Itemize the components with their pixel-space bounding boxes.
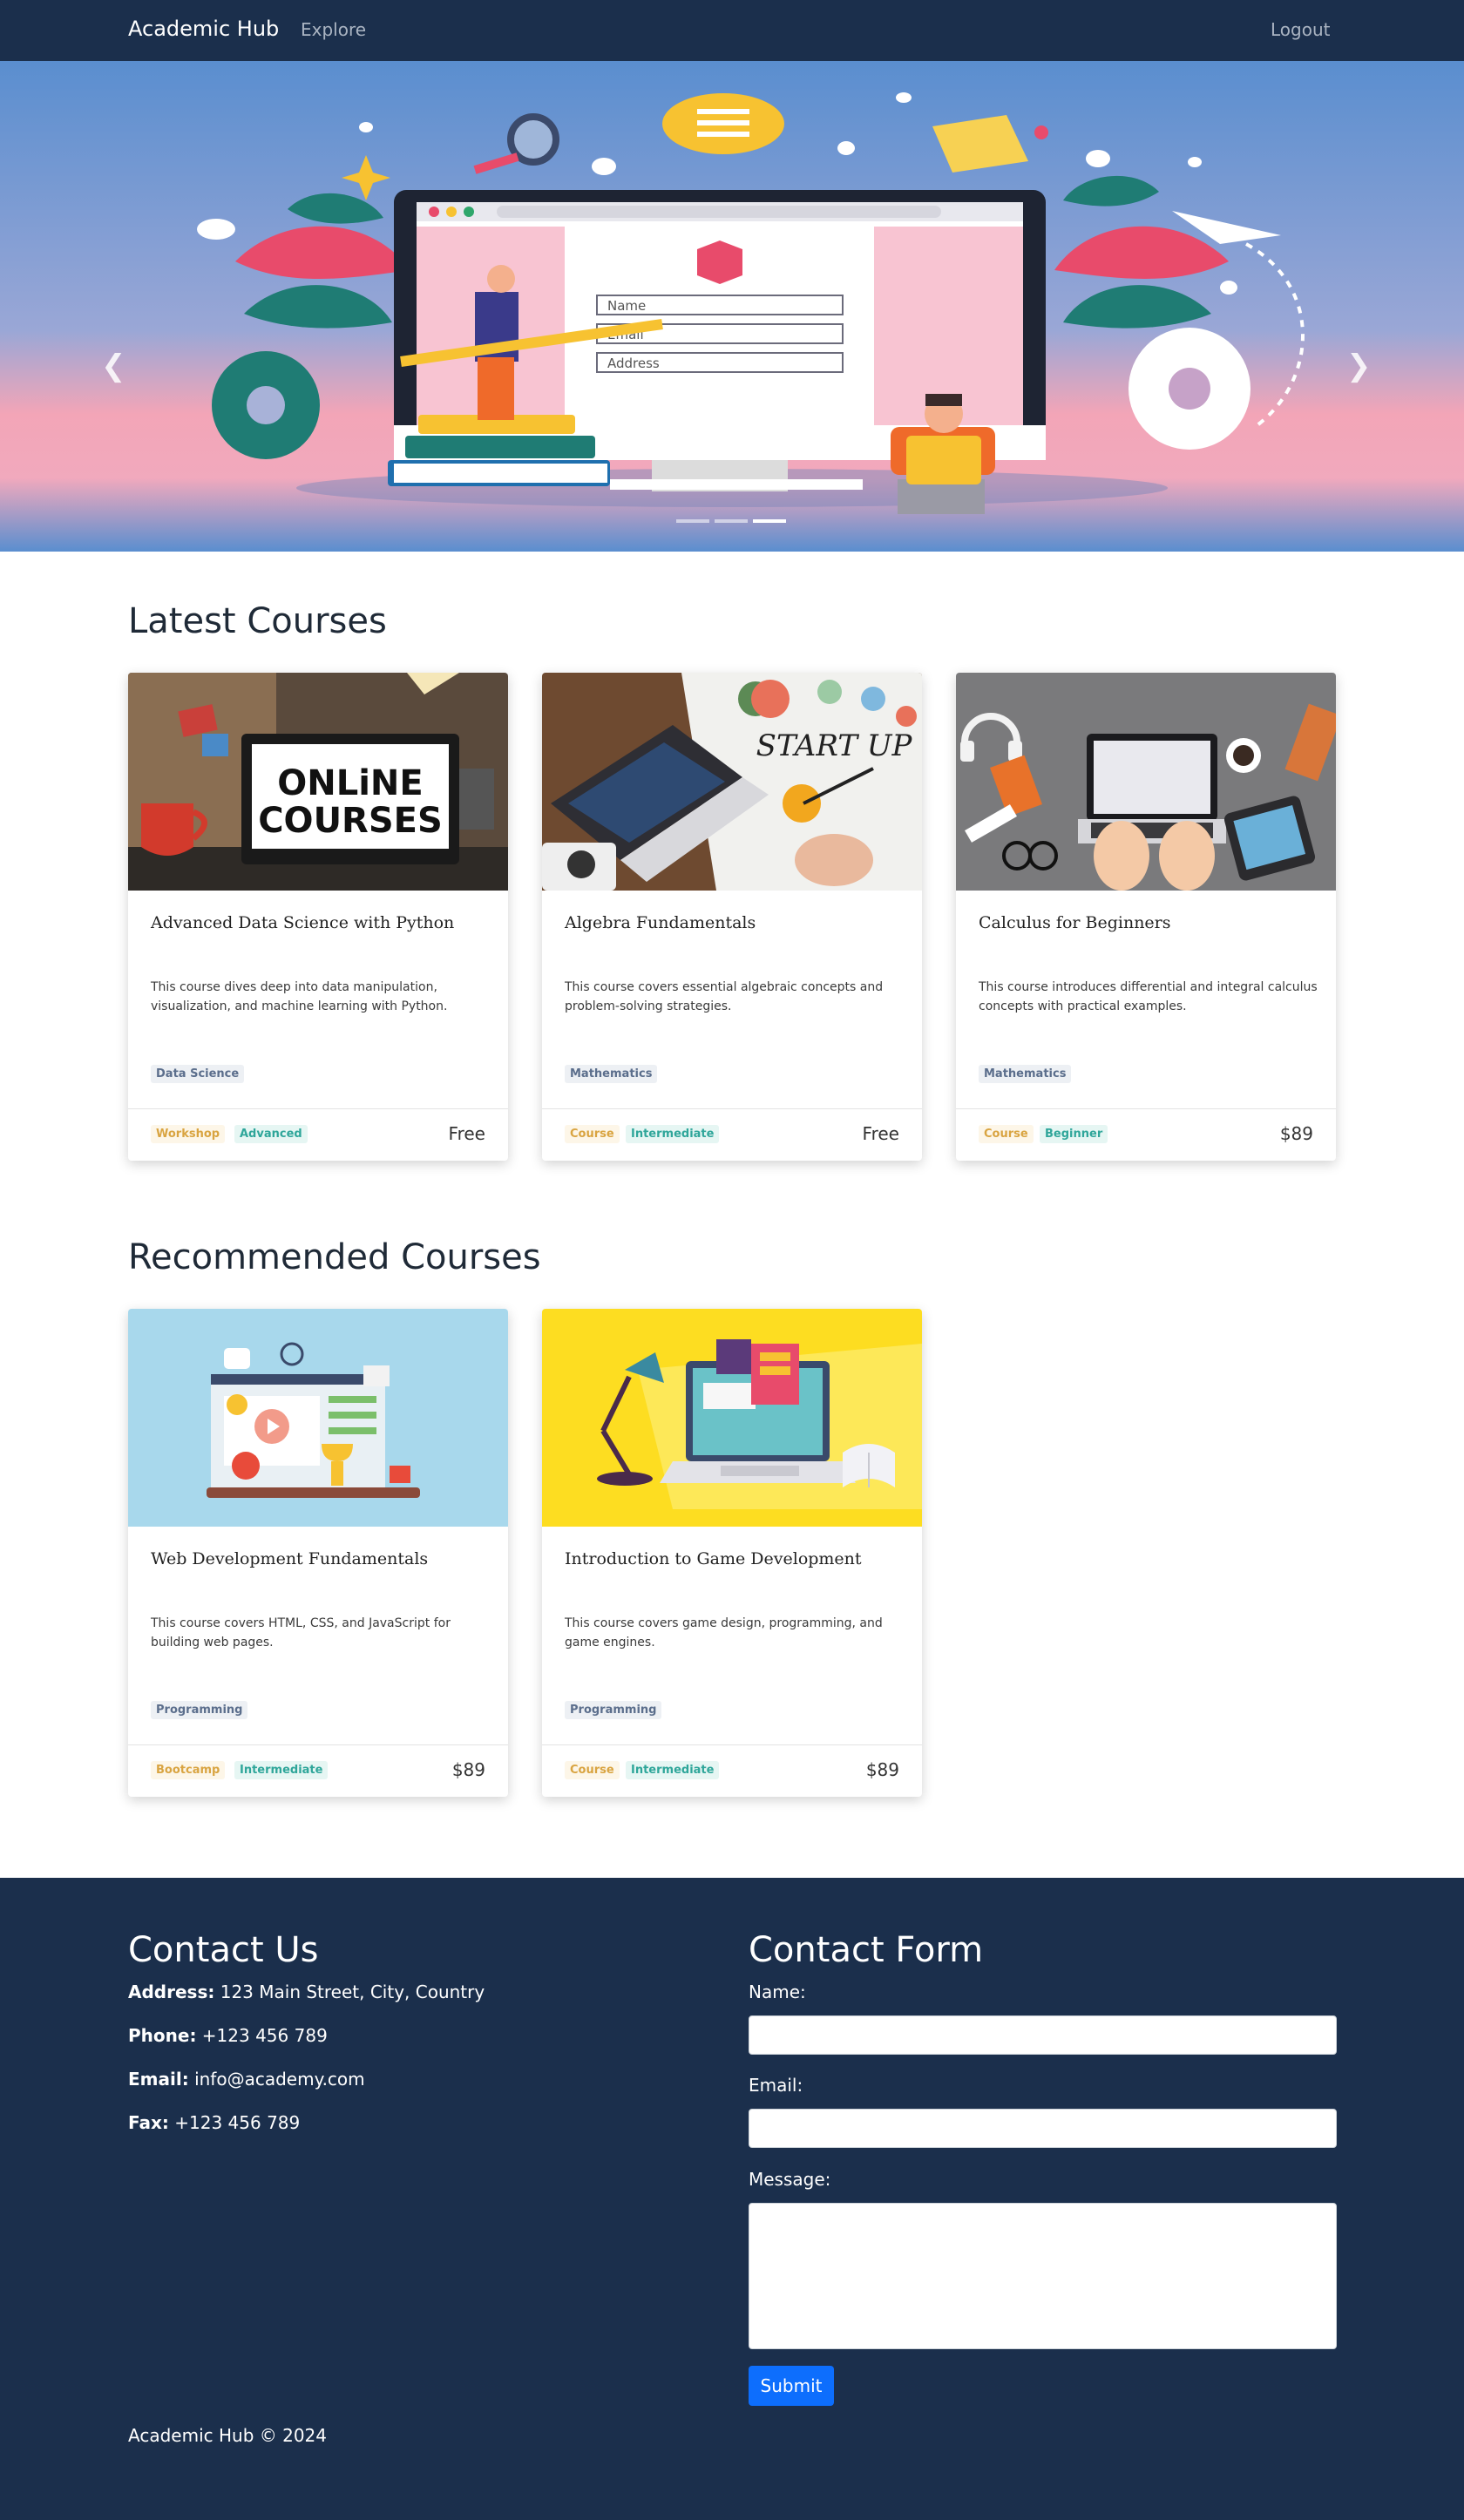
course-image <box>542 1309 922 1527</box>
submit-button[interactable]: Submit <box>749 2366 834 2406</box>
contact-address: Address: 123 Main Street, City, Country <box>128 1981 485 2002</box>
subject-badge: Mathematics <box>979 1065 1072 1083</box>
brand-logo[interactable]: Academic Hub <box>128 17 279 41</box>
latest-courses-title: Latest Courses <box>128 601 387 641</box>
course-title[interactable]: Web Development Fundamentals <box>151 1549 428 1568</box>
email-label: Email: <box>128 2069 189 2090</box>
subject-badge: Programming <box>565 1701 662 1719</box>
contact-phone: Phone: +123 456 789 <box>128 2025 328 2046</box>
address-label: Address: <box>128 1981 215 2002</box>
subject-badge: Mathematics <box>565 1065 658 1083</box>
course-price: Free <box>862 1123 899 1144</box>
name-label: Name: <box>749 1981 806 2002</box>
contact-us-title: Contact Us <box>128 1930 319 1970</box>
type-badge: Course <box>565 1761 620 1779</box>
course-description: This course covers HTML, CSS, and JavaSc… <box>151 1616 451 1650</box>
card-footer: Course Intermediate $89 <box>542 1744 922 1797</box>
course-title[interactable]: Advanced Data Science with Python <box>151 913 454 932</box>
recommended-courses-title: Recommended Courses <box>128 1237 541 1277</box>
card-footer: Bootcamp Intermediate $89 <box>128 1744 508 1797</box>
course-description: This course covers essential algebraic c… <box>565 980 884 1013</box>
hero-illustration: Name Email Address <box>0 61 1464 552</box>
course-image: START UP <box>542 673 922 891</box>
course-card[interactable]: Web Development Fundamentals This course… <box>128 1309 508 1797</box>
course-price: $89 <box>1279 1123 1313 1144</box>
type-badge: Course <box>565 1125 620 1143</box>
contact-form-title: Contact Form <box>749 1930 984 1970</box>
course-title[interactable]: Calculus for Beginners <box>979 913 1171 932</box>
contact-email: Email: info@academy.com <box>128 2069 365 2090</box>
level-badge: Intermediate <box>626 1125 720 1143</box>
email-field[interactable] <box>749 2109 1337 2148</box>
type-badge: Bootcamp <box>151 1761 226 1779</box>
hero-form-address: Address <box>607 356 660 371</box>
course-image <box>956 673 1336 891</box>
nav-logout-link[interactable]: Logout <box>1271 19 1330 40</box>
course-title[interactable]: Algebra Fundamentals <box>565 913 756 932</box>
carousel-next-icon[interactable]: ❯ <box>1346 349 1372 383</box>
course-title[interactable]: Introduction to Game Development <box>565 1549 862 1568</box>
carousel-indicator-1[interactable] <box>676 519 709 523</box>
level-badge: Intermediate <box>234 1761 329 1779</box>
nav-explore-link[interactable]: Explore <box>301 19 366 40</box>
course-image <box>128 1309 508 1527</box>
email-field-label: Email: <box>749 2075 803 2096</box>
level-badge: Advanced <box>234 1125 308 1143</box>
type-badge: Course <box>979 1125 1034 1143</box>
level-badge: Beginner <box>1040 1125 1108 1143</box>
type-badge: Workshop <box>151 1125 226 1143</box>
card-footer: Course Intermediate Free <box>542 1108 922 1161</box>
course-price: $89 <box>865 1759 899 1780</box>
course-description: This course covers game design, programm… <box>565 1616 883 1650</box>
fax-value: +123 456 789 <box>174 2112 301 2133</box>
course-description: This course introduces differential and … <box>979 980 1318 1013</box>
course-price: $89 <box>451 1759 485 1780</box>
phone-label: Phone: <box>128 2025 197 2046</box>
message-field[interactable] <box>749 2203 1337 2349</box>
email-value[interactable]: info@academy.com <box>194 2069 365 2090</box>
subject-badge: Data Science <box>151 1065 245 1083</box>
phone-value: +123 456 789 <box>201 2025 328 2046</box>
course-price: Free <box>448 1123 485 1144</box>
subject-badge: Programming <box>151 1701 248 1719</box>
course-card[interactable]: START UP Algebra Fundamentals This cours… <box>542 673 922 1161</box>
carousel-indicator-2[interactable] <box>715 519 748 523</box>
card-footer: Workshop Advanced Free <box>128 1108 508 1161</box>
image-text-online: ONLiNE <box>277 763 423 803</box>
course-card[interactable]: Calculus for Beginners This course intro… <box>956 673 1336 1161</box>
address-value: 123 Main Street, City, Country <box>220 1981 485 2002</box>
card-footer: Course Beginner $89 <box>956 1108 1336 1161</box>
image-text-courses: COURSES <box>258 801 443 841</box>
contact-fax: Fax: +123 456 789 <box>128 2112 300 2133</box>
hero-form-name: Name <box>607 298 646 314</box>
copyright: Academic Hub © 2024 <box>128 2425 327 2446</box>
name-field[interactable] <box>749 2015 1337 2055</box>
course-card[interactable]: ONLiNE COURSES Advanced Data Science wit… <box>128 673 508 1161</box>
course-image: ONLiNE COURSES <box>128 673 508 891</box>
message-label: Message: <box>749 2169 831 2190</box>
navbar: Academic Hub Explore Logout <box>0 0 1464 61</box>
course-card[interactable]: Introduction to Game Development This co… <box>542 1309 922 1797</box>
image-text-startup: START UP <box>756 728 913 763</box>
course-description: This course dives deep into data manipul… <box>151 980 448 1013</box>
footer: Contact Us Address: 123 Main Street, Cit… <box>0 1878 1464 2520</box>
carousel-indicator-3[interactable] <box>753 519 786 523</box>
carousel-prev-icon[interactable]: ❮ <box>101 349 126 383</box>
level-badge: Intermediate <box>626 1761 720 1779</box>
fax-label: Fax: <box>128 2112 169 2133</box>
hero-carousel: Name Email Address ❮ ❯ <box>0 61 1464 552</box>
